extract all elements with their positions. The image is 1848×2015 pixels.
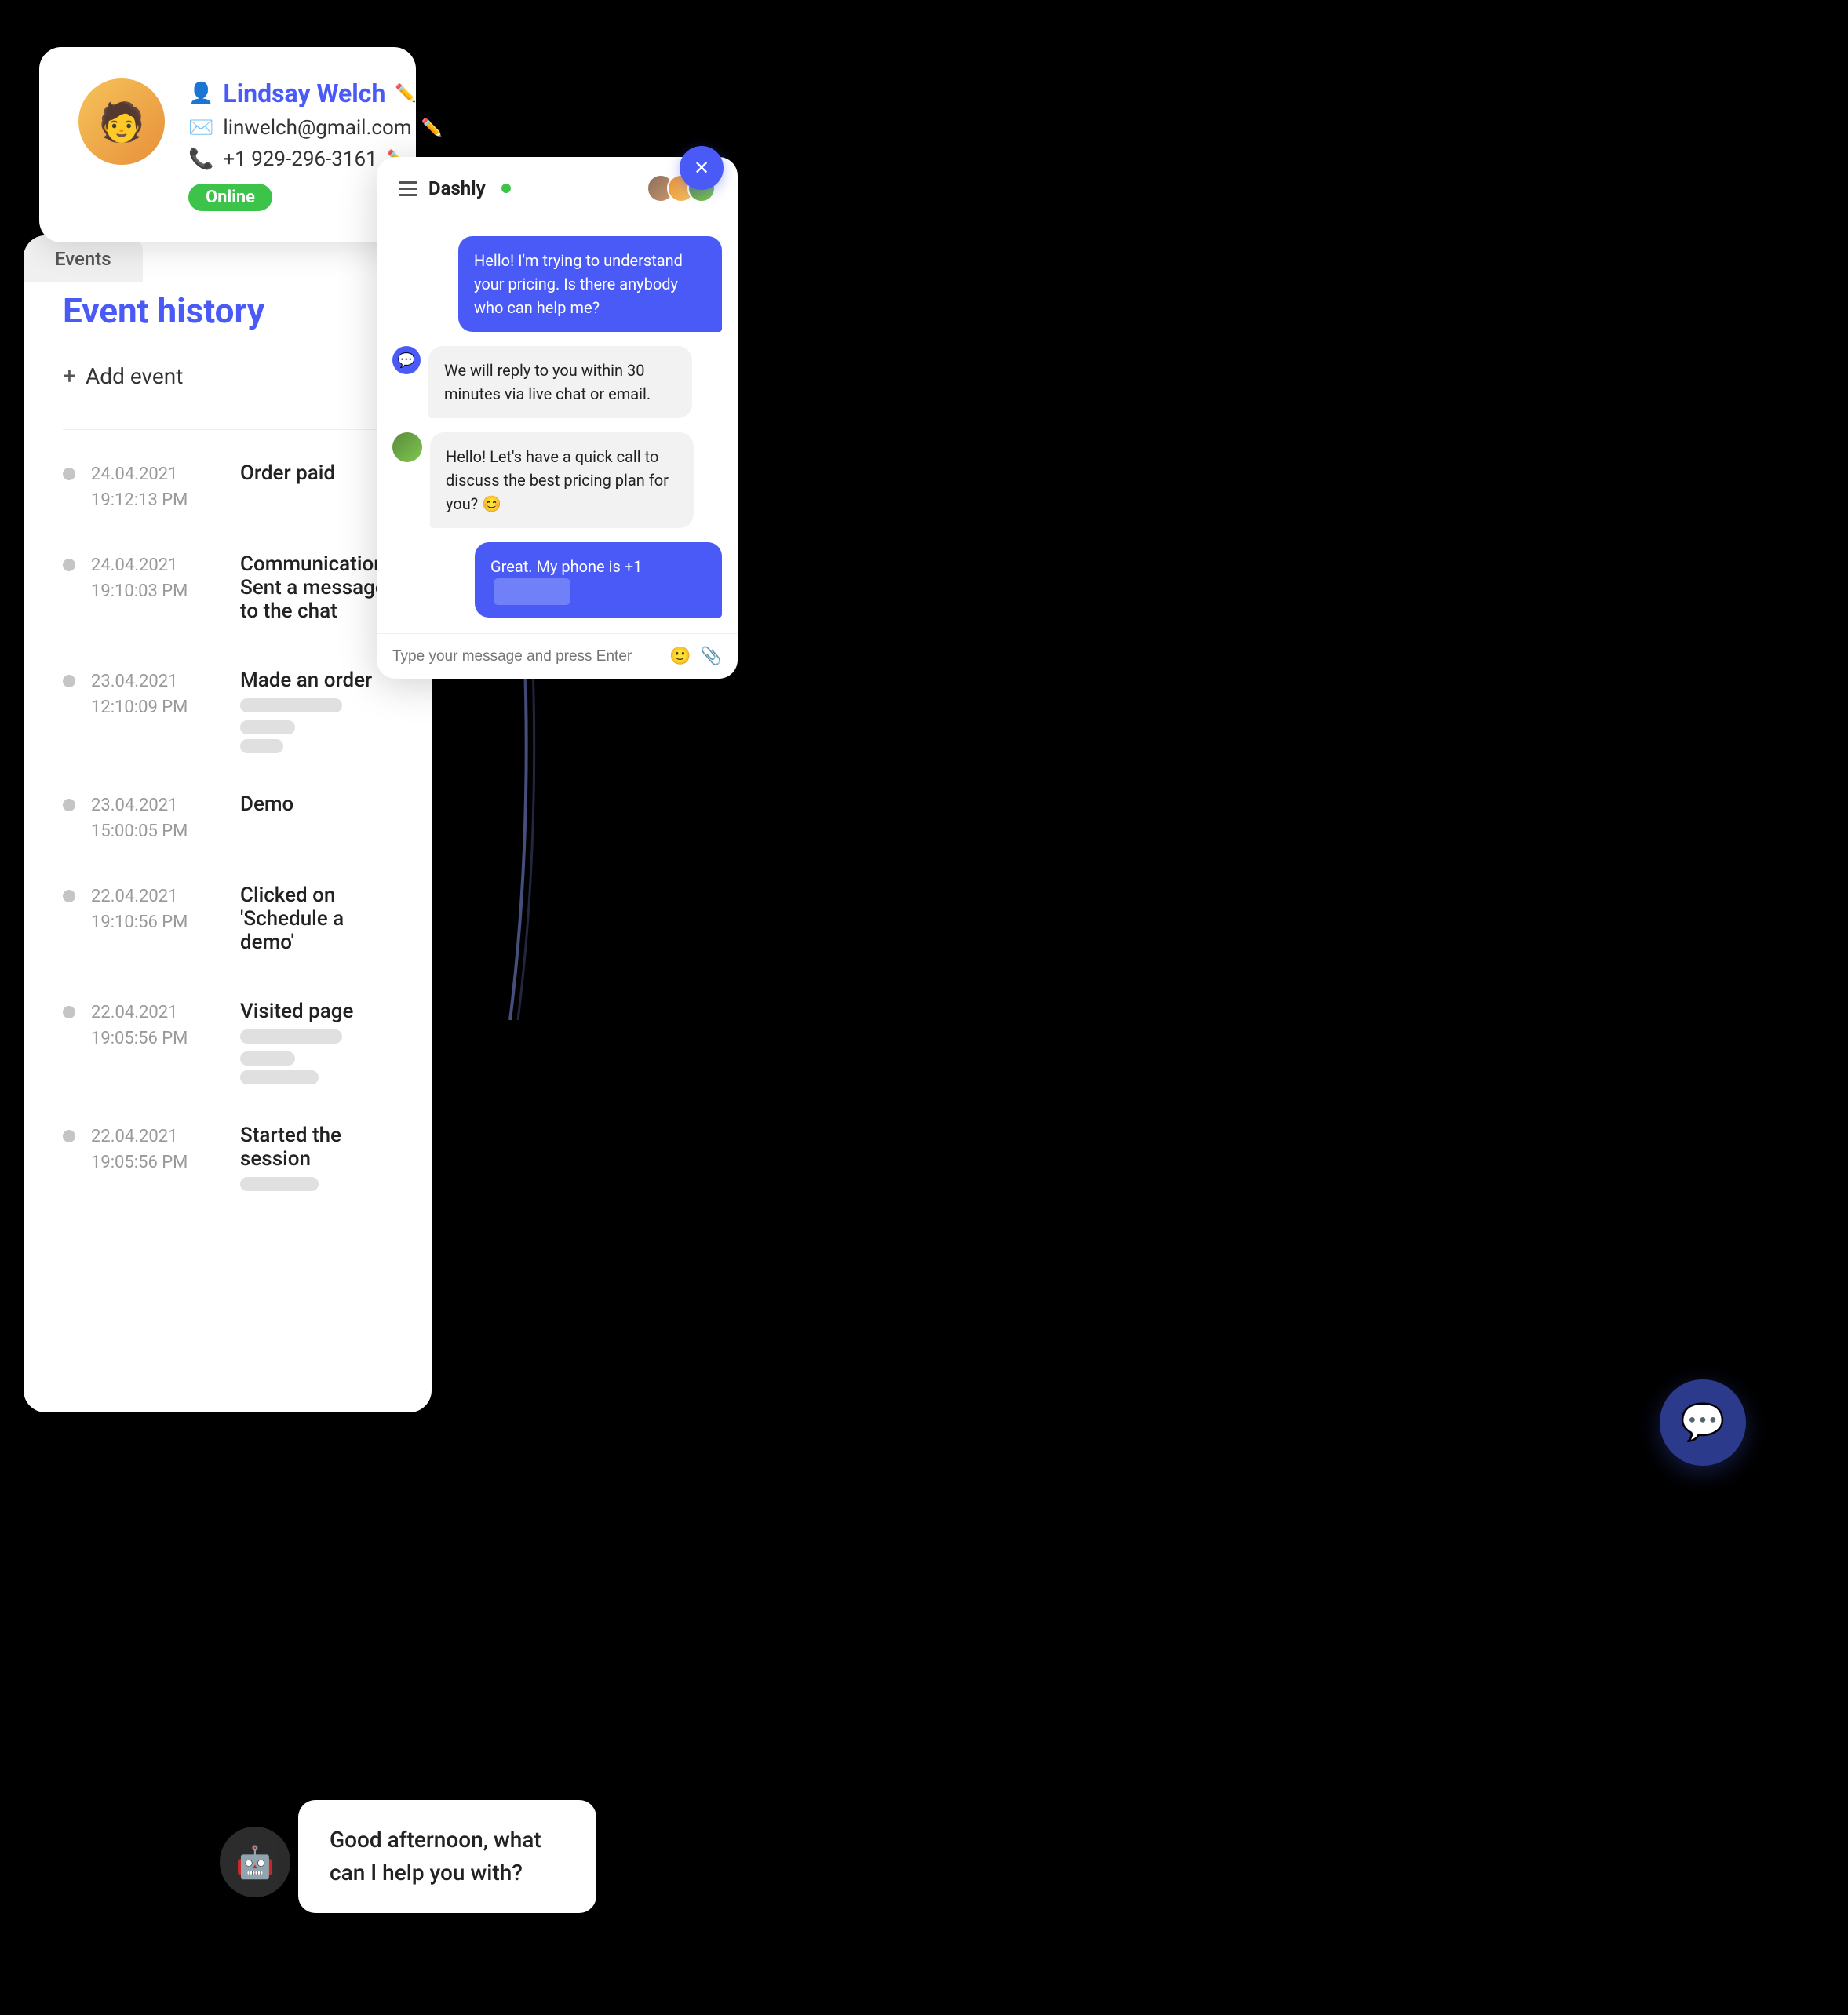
tag (240, 1177, 319, 1191)
close-button[interactable]: ✕ (680, 146, 724, 190)
event-name: Visited page (240, 1000, 392, 1023)
close-icon: ✕ (694, 157, 709, 179)
timeline-dot (63, 468, 75, 480)
events-tab[interactable]: Events (24, 235, 143, 282)
event-date: 22.04.202119:05:56 PM (91, 1124, 224, 1175)
tag (240, 1070, 319, 1084)
contact-card: 🧑 👤 Lindsay Welch ✏️ ✉️ linwelch@gmail.c… (39, 47, 416, 242)
edit-email-icon[interactable]: ✏️ (421, 118, 443, 138)
events-tab-label: Events (55, 248, 111, 270)
tag (240, 1051, 295, 1066)
add-event-label: Add event (86, 363, 183, 389)
received-message: We will reply to you within 30 minutes v… (428, 346, 692, 418)
person-icon: 👤 (188, 82, 213, 105)
timeline-dot (63, 890, 75, 902)
timeline-dot (63, 675, 75, 687)
timeline-dot (63, 559, 75, 571)
hamburger-line (399, 194, 417, 196)
hamburger-line (399, 188, 417, 190)
received-message: Hello! Let's have a quick call to discus… (430, 432, 694, 528)
contact-email: linwelch@gmail.com (223, 116, 411, 140)
plus-icon: + (63, 363, 76, 390)
tag-row (240, 1029, 392, 1066)
agent-avatar (392, 432, 422, 462)
event-detail: Order paid (240, 461, 392, 491)
event-date: 22.04.202119:10:56 PM (91, 884, 224, 935)
event-detail: Started the session (240, 1124, 392, 1191)
events-content: Event history + Add event 24.04.202119:1… (24, 243, 432, 1270)
edit-name-icon[interactable]: ✏️ (395, 84, 416, 104)
timeline: 24.04.202119:12:13 PM Order paid 24.04.2… (63, 461, 392, 1191)
avatar: 🧑 (78, 78, 165, 165)
tag-row (240, 739, 392, 753)
bot-greeting-avatar: 🤖 (220, 1827, 290, 1897)
event-name: Order paid (240, 461, 392, 485)
emoji-icon[interactable]: 🙂 (669, 647, 691, 666)
list-item: 24.04.202119:12:13 PM Order paid (63, 461, 392, 513)
contact-name: Lindsay Welch (223, 78, 385, 108)
tag (240, 739, 283, 753)
attach-icon[interactable]: 📎 (701, 647, 722, 666)
event-detail: Clicked on 'Schedule a demo' (240, 884, 392, 960)
chat-window: Dashly Hello! I'm trying to understand y… (377, 157, 738, 679)
hamburger-menu[interactable] (399, 181, 417, 196)
list-item: 22.04.202119:10:56 PM Clicked on 'Schedu… (63, 884, 392, 960)
event-name: Clicked on 'Schedule a demo' (240, 884, 392, 954)
divider (63, 429, 392, 430)
list-item: 22.04.202119:05:56 PM Visited page (63, 1000, 392, 1084)
tag-row (240, 698, 392, 734)
bot-message-row: 💬 We will reply to you within 30 minutes… (392, 346, 722, 418)
event-date: 23.04.202112:10:09 PM (91, 669, 224, 720)
event-detail: Demo (240, 793, 392, 822)
list-item: 23.04.202115:00:05 PM Demo (63, 793, 392, 844)
list-item: 22.04.202119:05:56 PM Started the sessio… (63, 1124, 392, 1191)
email-row: ✉️ linwelch@gmail.com ✏️ (188, 116, 443, 140)
phone-icon: 📞 (188, 148, 213, 171)
hamburger-line (399, 181, 417, 184)
event-name: Made an order (240, 669, 392, 692)
chat-fab-button[interactable]: 💬 (1660, 1379, 1746, 1466)
list-item: 23.04.202112:10:09 PM Made an order (63, 669, 392, 753)
timeline-dot (63, 799, 75, 811)
event-date: 22.04.202119:05:56 PM (91, 1000, 224, 1051)
bot-icon: 💬 (392, 346, 421, 374)
chat-messages: Hello! I'm trying to understand your pri… (377, 220, 738, 633)
timeline-dot (63, 1130, 75, 1142)
chat-input-area: 🙂 📎 (377, 633, 738, 679)
bot-greeting-text: Good afternoon, what can I help you with… (330, 1827, 541, 1886)
sent-message: Great. My phone is +1 (475, 542, 722, 618)
event-detail: Made an order (240, 669, 392, 753)
bot-greeting-bubble: Good afternoon, what can I help you with… (298, 1800, 596, 1913)
add-event-button[interactable]: + Add event (63, 363, 392, 390)
list-item: 24.04.202119:10:03 PM Communications: Se… (63, 552, 392, 629)
agent-message-row: Hello! Let's have a quick call to discus… (392, 432, 722, 528)
contact-phone: +1 929-296-3161 (223, 148, 377, 171)
tag (240, 1029, 342, 1044)
chat-input[interactable] (392, 648, 658, 665)
event-name: Started the session (240, 1124, 392, 1171)
sent-message: Hello! I'm trying to understand your pri… (458, 236, 722, 332)
chat-header-left: Dashly (399, 177, 511, 199)
contact-name-row: 👤 Lindsay Welch ✏️ (188, 78, 443, 108)
chat-input-icons: 🙂 📎 (669, 647, 722, 666)
event-name: Demo (240, 793, 392, 816)
tag (240, 698, 342, 712)
email-icon: ✉️ (188, 116, 213, 140)
event-history-title: Event history (63, 290, 392, 331)
events-panel: Events Event history + Add event 24.04.2… (24, 235, 432, 1412)
event-date: 24.04.202119:12:13 PM (91, 461, 224, 513)
timeline-dot (63, 1006, 75, 1018)
chat-title: Dashly (428, 177, 486, 199)
online-indicator (501, 184, 511, 193)
tag-row (240, 1070, 392, 1084)
event-date: 24.04.202119:10:03 PM (91, 552, 224, 604)
tag-row (240, 1177, 392, 1191)
event-detail: Visited page (240, 1000, 392, 1084)
tag (240, 720, 295, 734)
chat-fab-icon: 💬 (1680, 1401, 1725, 1444)
event-date: 23.04.202115:00:05 PM (91, 793, 224, 844)
status-badge: Online (188, 184, 272, 211)
